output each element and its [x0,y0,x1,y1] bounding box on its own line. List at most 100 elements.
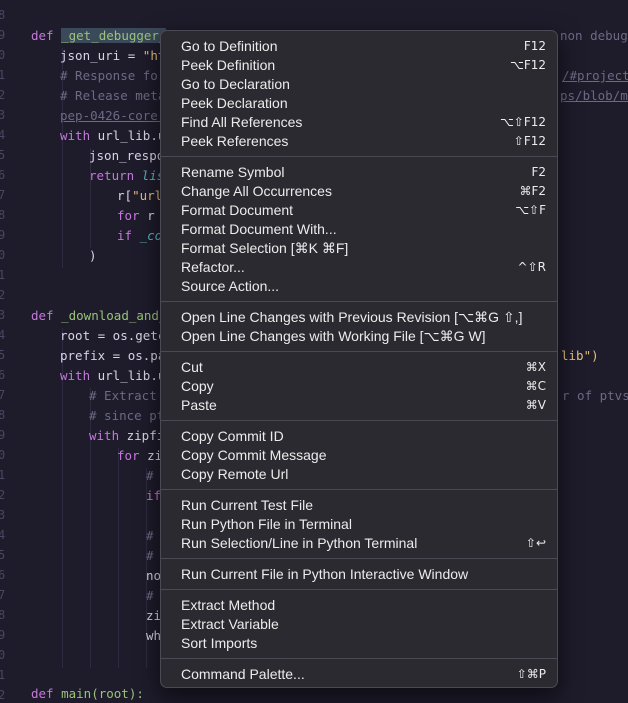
line-number: 4 [0,328,6,342]
menu-item-open-line-changes-with-working-file-g-w[interactable]: Open Line Changes with Working File [⌥⌘G… [161,327,557,346]
menu-item-format-document[interactable]: Format Document ⌥⇧F [161,201,557,220]
line-number: 6 [0,168,6,182]
code-line: json_respo [89,148,165,163]
menu-item-go-to-declaration[interactable]: Go to Declaration [161,75,557,94]
menu-item-label: Sort Imports [181,635,258,651]
code-line: # [146,468,154,483]
menu-item-open-line-changes-with-previous-revision-g[interactable]: Open Line Changes with Previous Revision… [161,308,557,327]
menu-item-format-document-with[interactable]: Format Document With... [161,220,557,239]
menu-item-command-palette[interactable]: Command Palette... ⇧⌘P [161,665,557,684]
menu-separator [161,420,557,421]
menu-item-source-action[interactable]: Source Action... [161,277,557,296]
menu-item-sort-imports[interactable]: Sort Imports [161,634,557,653]
code-line: r["url [117,188,163,203]
code-line: root = os.getc [60,328,166,343]
menu-item-peek-declaration[interactable]: Peek Declaration [161,94,557,113]
code-line: return lis [89,168,165,183]
code-line: def _get_debugger_ [31,28,167,43]
code-line: prefix = os.pa [60,348,166,363]
menu-item-label: Peek Definition [181,57,276,73]
code-line-overflow: r of ptvs [562,388,628,403]
menu-item-label: Copy Commit Message [181,447,327,463]
menu-item-label: Rename Symbol [181,164,285,180]
menu-item-copy[interactable]: Copy ⌘C [161,377,557,396]
menu-item-label: Extract Variable [181,616,279,632]
menu-item-label: Format Selection [⌘K ⌘F] [181,240,349,256]
code-line: for zi [117,448,163,463]
line-number: 8 [0,8,6,22]
line-number: 2 [0,688,6,702]
menu-item-shortcut: ⌘F2 [519,184,546,198]
menu-separator [161,558,557,559]
code-line-overflow: lib") [561,348,599,363]
menu-item-run-current-file-in-python-interactive-window[interactable]: Run Current File in Python Interactive W… [161,565,557,584]
code-line: # [146,528,154,543]
menu-item-label: Format Document [181,202,294,218]
menu-item-label: Copy Commit ID [181,428,284,444]
line-number: 9 [0,228,6,242]
menu-item-label: Go to Definition [181,38,278,54]
line-number: 1 [0,668,6,682]
menu-item-label: Refactor... [181,259,245,275]
menu-item-run-current-test-file[interactable]: Run Current Test File [161,496,557,515]
menu-item-copy-commit-message[interactable]: Copy Commit Message [161,446,557,465]
line-number: 5 [0,348,6,362]
menu-item-copy-remote-url[interactable]: Copy Remote Url [161,465,557,484]
line-number: 1 [0,68,6,82]
menu-separator [161,301,557,302]
menu-item-go-to-definition[interactable]: Go to Definition F12 [161,37,557,56]
code-line: no [146,568,162,583]
code-line: ) [89,248,97,263]
menu-item-extract-method[interactable]: Extract Method [161,596,557,615]
line-number: 4 [0,528,6,542]
menu-separator [161,489,557,490]
menu-item-run-selection-line-in-python-terminal[interactable]: Run Selection/Line in Python Terminal ⇧↩ [161,534,557,553]
line-number: 3 [0,308,6,322]
menu-item-shortcut: ⇧↩ [525,536,546,550]
menu-item-paste[interactable]: Paste ⌘V [161,396,557,415]
menu-item-peek-references[interactable]: Peek References ⇧F12 [161,132,557,151]
code-line: def main(root): [31,686,144,701]
line-number: 5 [0,548,6,562]
line-number: 0 [0,448,6,462]
line-number: 8 [0,408,6,422]
line-number: 9 [0,628,6,642]
menu-item-extract-variable[interactable]: Extract Variable [161,615,557,634]
line-number: 8 [0,608,6,622]
menu-item-change-all-occurrences[interactable]: Change All Occurrences ⌘F2 [161,182,557,201]
menu-item-rename-symbol[interactable]: Rename Symbol F2 [161,163,557,182]
line-number: 2 [0,488,6,502]
line-number: 8 [0,208,6,222]
code-line: if _co [117,228,163,243]
code-line: def _download_and_ [31,308,167,323]
code-line: if [146,488,162,503]
line-number: 7 [0,388,6,402]
menu-item-refactor[interactable]: Refactor... ^⇧R [161,258,557,277]
menu-item-label: Run Current File in Python Interactive W… [181,566,469,582]
code-line: with zipfi [89,428,165,443]
code-line: pep-0426-core- [60,108,166,123]
menu-item-cut[interactable]: Cut ⌘X [161,358,557,377]
code-line: zi [146,608,162,623]
menu-item-label: Copy [181,378,214,394]
line-number: 0 [0,648,6,662]
menu-item-copy-commit-id[interactable]: Copy Commit ID [161,427,557,446]
code-line-overflow: ps/blob/ma [560,88,628,103]
menu-separator [161,156,557,157]
menu-item-shortcut: ⌘C [525,379,546,393]
menu-separator [161,658,557,659]
code-line: with url_lib.u [60,368,166,383]
menu-item-run-python-file-in-terminal[interactable]: Run Python File in Terminal [161,515,557,534]
line-number: 3 [0,508,6,522]
menu-item-find-all-references[interactable]: Find All References ⌥⇧F12 [161,113,557,132]
menu-item-label: Go to Declaration [181,76,290,92]
line-number: 6 [0,368,6,382]
code-line-overflow: /#project [562,68,628,83]
menu-item-peek-definition[interactable]: Peek Definition ⌥F12 [161,56,557,75]
menu-item-format-selection-k-f[interactable]: Format Selection [⌘K ⌘F] [161,239,557,258]
menu-item-label: Open Line Changes with Working File [⌥⌘G… [181,328,486,344]
code-line: wh [146,628,162,643]
line-number: 1 [0,468,6,482]
menu-item-shortcut: ⌥⇧F12 [499,115,546,129]
menu-item-shortcut: ^⇧R [517,260,546,274]
